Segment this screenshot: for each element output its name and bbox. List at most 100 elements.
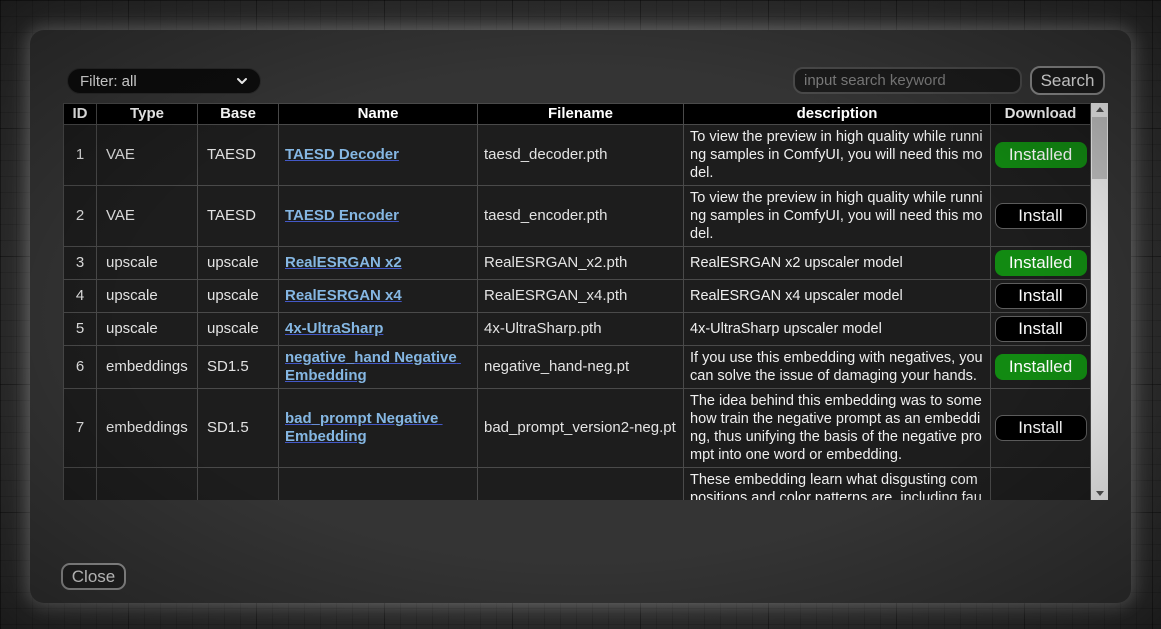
search-button[interactable]: Search	[1030, 66, 1105, 95]
cell-filename	[478, 468, 684, 501]
header-name: Name	[279, 104, 478, 125]
cell-type	[97, 468, 198, 501]
cell-name: TAESD Decoder	[279, 125, 478, 186]
cell-download	[991, 468, 1091, 501]
install-button[interactable]: Installed	[995, 250, 1087, 276]
cell-download: Installed	[991, 346, 1091, 389]
model-link[interactable]: RealESRGAN x4	[285, 287, 402, 304]
cell-name	[279, 468, 478, 501]
models-table-container: ID Type Base Name Filename description D…	[63, 103, 1108, 500]
table-row: 6 embeddings SD1.5 negative_hand Negativ…	[64, 346, 1091, 389]
cell-download: Installed	[991, 125, 1091, 186]
cell-description: If you use this embedding with negatives…	[684, 346, 991, 389]
cell-base	[198, 468, 279, 501]
cell-filename: RealESRGAN_x2.pth	[478, 247, 684, 280]
cell-download: Install	[991, 389, 1091, 468]
cell-filename: bad_prompt_version2-neg.pt	[478, 389, 684, 468]
cell-id: 3	[64, 247, 97, 280]
cell-name: TAESD Encoder	[279, 186, 478, 247]
filter-select-value: Filter: all	[80, 73, 236, 90]
install-button[interactable]: Installed	[995, 142, 1087, 168]
table-row: 3 upscale upscale RealESRGAN x2 RealESRG…	[64, 247, 1091, 280]
cell-type: VAE	[97, 125, 198, 186]
model-link[interactable]: TAESD Encoder	[285, 207, 399, 224]
table-row: 4 upscale upscale RealESRGAN x4 RealESRG…	[64, 280, 1091, 313]
cell-id: 2	[64, 186, 97, 247]
cell-id: 6	[64, 346, 97, 389]
cell-name: negative_hand Negative Embedding	[279, 346, 478, 389]
cell-type: upscale	[97, 313, 198, 346]
cell-id: 1	[64, 125, 97, 186]
model-manager-dialog: Filter: all Search ID Type Base	[30, 30, 1131, 603]
table-scrollbar[interactable]	[1091, 103, 1108, 500]
comfyui-canvas: Filter: all Search ID Type Base	[0, 0, 1161, 629]
cell-id: 7	[64, 389, 97, 468]
cell-base: TAESD	[198, 186, 279, 247]
model-link[interactable]: 4x-UltraSharp	[285, 320, 383, 337]
cell-download: Install	[991, 313, 1091, 346]
cell-download: Install	[991, 186, 1091, 247]
header-download: Download	[991, 104, 1091, 125]
table-row: 1 VAE TAESD TAESD Decoder taesd_decoder.…	[64, 125, 1091, 186]
header-description: description	[684, 104, 991, 125]
cell-description: RealESRGAN x2 upscaler model	[684, 247, 991, 280]
cell-filename: taesd_encoder.pth	[478, 186, 684, 247]
cell-description: To view the preview in high quality whil…	[684, 125, 991, 186]
model-link[interactable]: negative_hand Negative Embedding	[285, 349, 461, 384]
install-button[interactable]: Install	[995, 415, 1087, 441]
cell-download: Installed	[991, 247, 1091, 280]
cell-description: These embedding learn what disgusting co…	[684, 468, 991, 501]
scrollbar-thumb[interactable]	[1092, 117, 1107, 179]
cell-type: embeddings	[97, 346, 198, 389]
scrollbar-down-arrow-icon[interactable]	[1091, 486, 1108, 500]
cell-id	[64, 468, 97, 501]
cell-description: 4x-UltraSharp upscaler model	[684, 313, 991, 346]
cell-filename: taesd_decoder.pth	[478, 125, 684, 186]
cell-type: upscale	[97, 247, 198, 280]
table-row: 5 upscale upscale 4x-UltraSharp 4x-Ultra…	[64, 313, 1091, 346]
cell-type: upscale	[97, 280, 198, 313]
cell-base: upscale	[198, 247, 279, 280]
cell-name: RealESRGAN x4	[279, 280, 478, 313]
model-link[interactable]: bad_prompt Negative Embedding	[285, 410, 443, 445]
cell-filename: negative_hand-neg.pt	[478, 346, 684, 389]
chevron-down-icon	[236, 75, 248, 87]
header-id: ID	[64, 104, 97, 125]
cell-base: TAESD	[198, 125, 279, 186]
table-header-row: ID Type Base Name Filename description D…	[64, 104, 1091, 125]
model-link[interactable]: RealESRGAN x2	[285, 254, 402, 271]
install-button[interactable]: Install	[995, 316, 1087, 342]
cell-base: upscale	[198, 313, 279, 346]
cell-base: SD1.5	[198, 346, 279, 389]
cell-name: bad_prompt Negative Embedding	[279, 389, 478, 468]
filter-select[interactable]: Filter: all	[67, 68, 261, 94]
scrollbar-up-arrow-icon[interactable]	[1091, 103, 1108, 117]
cell-name: 4x-UltraSharp	[279, 313, 478, 346]
cell-download: Install	[991, 280, 1091, 313]
header-filename: Filename	[478, 104, 684, 125]
cell-type: VAE	[97, 186, 198, 247]
cell-id: 4	[64, 280, 97, 313]
install-button[interactable]: Installed	[995, 354, 1087, 380]
close-button[interactable]: Close	[61, 563, 126, 590]
search-input[interactable]	[793, 67, 1022, 94]
table-row: 7 embeddings SD1.5 bad_prompt Negative E…	[64, 389, 1091, 468]
cell-filename: RealESRGAN_x4.pth	[478, 280, 684, 313]
install-button[interactable]: Install	[995, 203, 1087, 229]
table-row: These embedding learn what disgusting co…	[64, 468, 1091, 501]
table-row: 2 VAE TAESD TAESD Encoder taesd_encoder.…	[64, 186, 1091, 247]
install-button[interactable]: Install	[995, 283, 1087, 309]
cell-type: embeddings	[97, 389, 198, 468]
cell-id: 5	[64, 313, 97, 346]
cell-name: RealESRGAN x2	[279, 247, 478, 280]
cell-description: The idea behind this embedding was to so…	[684, 389, 991, 468]
cell-base: upscale	[198, 280, 279, 313]
header-base: Base	[198, 104, 279, 125]
cell-base: SD1.5	[198, 389, 279, 468]
model-link[interactable]: TAESD Decoder	[285, 146, 399, 163]
cell-filename: 4x-UltraSharp.pth	[478, 313, 684, 346]
header-type: Type	[97, 104, 198, 125]
cell-description: To view the preview in high quality whil…	[684, 186, 991, 247]
models-table: ID Type Base Name Filename description D…	[63, 103, 1091, 500]
cell-description: RealESRGAN x4 upscaler model	[684, 280, 991, 313]
